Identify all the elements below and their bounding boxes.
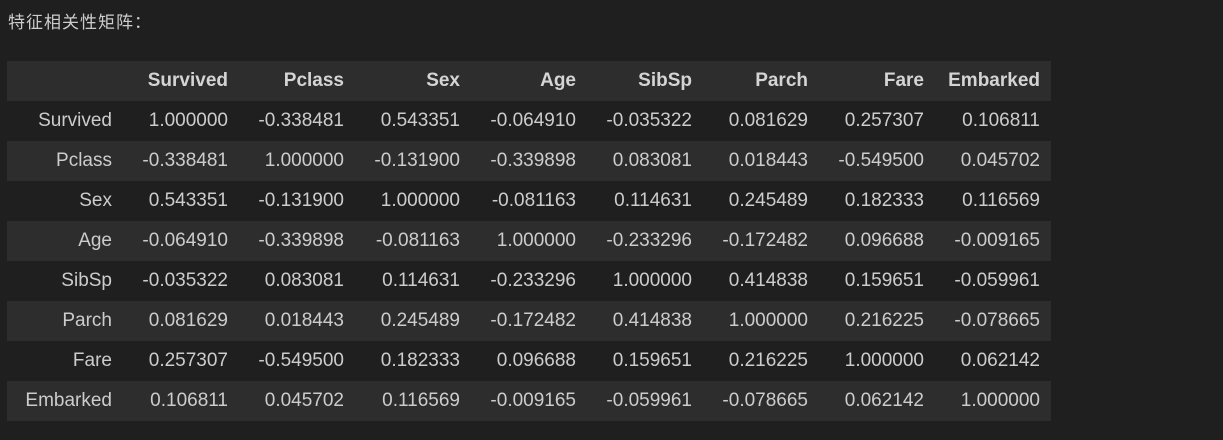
table-cell: 0.096688 bbox=[496, 350, 576, 371]
table-cell: 0.106811 bbox=[150, 390, 228, 411]
table-cell: 0.081629 bbox=[728, 110, 808, 131]
table-cell: 0.543351 bbox=[148, 190, 228, 211]
output-label: 特征相关性矩阵： bbox=[8, 13, 152, 33]
table-cell: -0.059961 bbox=[954, 270, 1040, 291]
row-index-cell: Parch bbox=[62, 310, 112, 331]
column-header: Age bbox=[540, 70, 576, 91]
table-row: Age -0.064910 -0.339898 -0.081163 1.000000 -0… bbox=[7, 221, 1051, 261]
correlation-table: Survived Pclass Sex Age SibSp Parch Fare… bbox=[7, 61, 1051, 421]
table-cell: 0.414838 bbox=[612, 310, 692, 331]
table-cell: 0.182333 bbox=[380, 350, 460, 371]
correlation-table-container: Survived Pclass Sex Age SibSp Parch Fare… bbox=[7, 61, 1051, 421]
table-row: Pclass -0.338481 1.000000 -0.131900 -0.33989… bbox=[7, 141, 1051, 181]
column-header: Pclass bbox=[283, 70, 344, 91]
table-header: Survived Pclass Sex Age SibSp Parch Fare… bbox=[7, 61, 1051, 101]
table-cell: 0.106811 bbox=[962, 110, 1040, 131]
table-cell: 0.543351 bbox=[380, 110, 460, 131]
table-row: Survived 1.000000 -0.338481 0.543351 -0.0649… bbox=[7, 101, 1051, 141]
table-cell: 0.116569 bbox=[962, 190, 1040, 211]
table-row: Embarked 0.106811 0.045702 0.116569 -0.00916… bbox=[7, 381, 1051, 421]
header-index-cell bbox=[7, 61, 123, 101]
table-cell: 0.096688 bbox=[844, 230, 924, 251]
table-cell: 0.257307 bbox=[148, 350, 228, 371]
table-cell: -0.549500 bbox=[258, 350, 344, 371]
table-row: Sex 0.543351 -0.131900 1.000000 -0.081163 0.1… bbox=[7, 181, 1051, 221]
table-cell: -0.064910 bbox=[490, 110, 576, 131]
table-cell: -0.131900 bbox=[258, 190, 344, 211]
table-cell: 1.000000 bbox=[380, 190, 460, 211]
table-row: SibSp -0.035322 0.083081 0.114631 -0.233296 1… bbox=[7, 261, 1051, 301]
table-cell: -0.035322 bbox=[142, 270, 228, 291]
table-cell: 1.000000 bbox=[728, 310, 808, 331]
table-cell: 1.000000 bbox=[264, 150, 344, 171]
row-index-cell: Sex bbox=[79, 190, 112, 211]
header-row: Survived Pclass Sex Age SibSp Parch Fare… bbox=[7, 61, 1051, 101]
table-cell: -0.233296 bbox=[606, 230, 692, 251]
table-cell: 0.083081 bbox=[612, 150, 692, 171]
table-cell: 0.245489 bbox=[380, 310, 460, 331]
table-cell: 0.018443 bbox=[728, 150, 808, 171]
table-cell: 1.000000 bbox=[148, 110, 228, 131]
table-cell: -0.064910 bbox=[142, 230, 228, 251]
table-cell: 0.114631 bbox=[382, 270, 460, 291]
row-index-cell: Fare bbox=[72, 350, 112, 371]
table-cell: -0.549500 bbox=[838, 150, 924, 171]
column-header: Embarked bbox=[948, 70, 1040, 91]
table-cell: -0.009165 bbox=[490, 390, 576, 411]
table-body: Survived 1.000000 -0.338481 0.543351 -0.0649… bbox=[7, 101, 1051, 421]
table-cell: 1.000000 bbox=[844, 350, 924, 371]
column-header: Fare bbox=[883, 70, 924, 91]
table-cell: -0.339898 bbox=[490, 150, 576, 171]
table-cell: 0.045702 bbox=[960, 150, 1040, 171]
table-cell: 0.216225 bbox=[728, 350, 808, 371]
table-cell: -0.059961 bbox=[606, 390, 692, 411]
row-index-cell: Age bbox=[78, 230, 112, 251]
table-row: Fare 0.257307 -0.549500 0.182333 0.096688 0.1… bbox=[7, 341, 1051, 381]
row-index-cell: Survived bbox=[38, 110, 112, 131]
table-cell: 1.000000 bbox=[612, 270, 692, 291]
table-cell: -0.081163 bbox=[375, 230, 460, 251]
table-cell: 0.159651 bbox=[844, 270, 924, 291]
table-cell: 0.182333 bbox=[844, 190, 924, 211]
table-cell: -0.233296 bbox=[490, 270, 576, 291]
table-cell: -0.078665 bbox=[954, 310, 1040, 331]
row-index-cell: Embarked bbox=[25, 390, 112, 411]
table-cell: -0.078665 bbox=[722, 390, 808, 411]
table-cell: 0.257307 bbox=[844, 110, 924, 131]
table-cell: 0.062142 bbox=[844, 390, 924, 411]
table-cell: -0.339898 bbox=[258, 230, 344, 251]
table-cell: 0.045702 bbox=[264, 390, 344, 411]
row-index-cell: SibSp bbox=[61, 270, 112, 291]
column-header: SibSp bbox=[638, 70, 692, 91]
table-cell: -0.338481 bbox=[258, 110, 344, 131]
table-cell: -0.081163 bbox=[491, 190, 576, 211]
table-cell: 0.159651 bbox=[612, 350, 692, 371]
table-row: Parch 0.081629 0.018443 0.245489 -0.172482 0.… bbox=[7, 301, 1051, 341]
table-cell: -0.172482 bbox=[722, 230, 808, 251]
table-cell: 1.000000 bbox=[496, 230, 576, 251]
table-cell: 0.245489 bbox=[728, 190, 808, 211]
column-header: Survived bbox=[147, 70, 228, 91]
row-index-cell: Pclass bbox=[56, 150, 112, 171]
table-cell: 1.000000 bbox=[960, 390, 1040, 411]
table-cell: 0.216225 bbox=[844, 310, 924, 331]
table-cell: -0.172482 bbox=[490, 310, 576, 331]
table-cell: 0.083081 bbox=[264, 270, 344, 291]
table-cell: -0.131900 bbox=[374, 150, 460, 171]
column-header: Parch bbox=[755, 70, 808, 91]
table-cell: 0.018443 bbox=[264, 310, 344, 331]
table-cell: -0.009165 bbox=[954, 230, 1040, 251]
table-cell: -0.035322 bbox=[606, 110, 692, 131]
table-cell: 0.062142 bbox=[960, 350, 1040, 371]
table-cell: 0.414838 bbox=[728, 270, 808, 291]
column-header: Sex bbox=[426, 70, 460, 91]
table-cell: -0.338481 bbox=[142, 150, 228, 171]
table-cell: 0.114631 bbox=[614, 190, 692, 211]
table-cell: 0.116569 bbox=[382, 390, 460, 411]
table-cell: 0.081629 bbox=[148, 310, 228, 331]
